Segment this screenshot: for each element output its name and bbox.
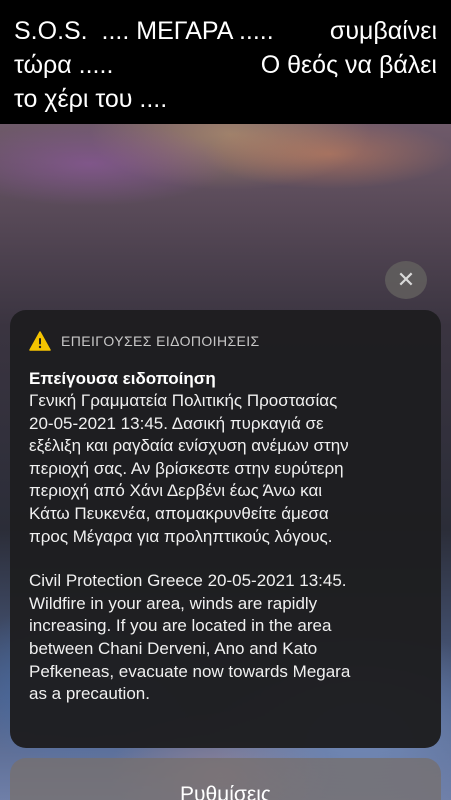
alert-greek-line: περιοχή σας. Αν βρίσκεστε στην ευρύτερη (29, 458, 344, 478)
close-icon[interactable]: ✕ (385, 261, 427, 299)
alert-title: Επείγουσα ειδοποίηση (29, 369, 216, 388)
post-caption: S.O.S. .... ΜΕΓΑΡΑ ..... συμβαίνει τώρα … (0, 0, 451, 124)
alert-greek-line: εξέλιξη και ραγδαία ενίσχυση ανέμων στην (29, 436, 349, 456)
caption-line-1: S.O.S. .... ΜΕΓΑΡΑ ..... συμβαίνει (14, 14, 437, 48)
caption-line-2: τώρα ..... Ο θεός να βάλει (14, 48, 437, 82)
alert-greek-line: προς Μέγαρα για προληπτικούς λόγους. (29, 526, 333, 546)
alert-english-line: Wildfire in your area, winds are rapidly (29, 593, 318, 613)
alert-greek-line: Κάτω Πευκενέα, απομακρυνθείτε άμεσα (29, 503, 329, 523)
phone-screen: ✕ ΕΠΕΙΓΟΥΣΕΣ ΕΙΔΟΠΟΙΗΣΕΙΣ Επείγουσα ειδο… (0, 124, 451, 800)
alert-english-line: increasing. If you are located in the ar… (29, 616, 332, 636)
settings-button[interactable]: Ρυθμίσεις (10, 758, 441, 800)
caption-line-2-left: τώρα ..... (14, 51, 114, 79)
caption-line-1-right: συμβαίνει (329, 17, 437, 45)
caption-line-2-right: Ο θεός να βάλει (260, 51, 437, 79)
emergency-alert-card: ΕΠΕΙΓΟΥΣΕΣ ΕΙΔΟΠΟΙΗΣΕΙΣ Επείγουσα ειδοπο… (10, 310, 441, 748)
caption-line-3: το χέρι του .... (14, 82, 437, 116)
warning-triangle-icon (29, 331, 51, 351)
alert-category-label: ΕΠΕΙΓΟΥΣΕΣ ΕΙΔΟΠΟΙΗΣΕΙΣ (61, 333, 260, 349)
caption-line-1-left: S.O.S. .... ΜΕΓΑΡΑ ..... (14, 17, 274, 45)
alert-body-greek: Γενική Γραμματεία Πολιτικής Προστασίας 2… (29, 390, 423, 548)
alert-greek-line: περιοχή από Χάνι Δερβένι έως Άνω και (29, 481, 323, 501)
alert-header: ΕΠΕΙΓΟΥΣΕΣ ΕΙΔΟΠΟΙΗΣΕΙΣ (29, 328, 423, 354)
alert-english-line: as a precaution. (29, 684, 150, 704)
caption-line-3-text: το χέρι του .... (14, 85, 168, 113)
alert-body-english: Civil Protection Greece 20-05-2021 13:45… (29, 570, 423, 706)
alert-english-line: Pefkeneas, evacuate now towards Megara (29, 661, 351, 681)
alert-english-line: Civil Protection Greece 20-05-2021 13:45… (29, 571, 347, 591)
alert-english-line: between Chani Derveni, Ano and Kato (29, 638, 318, 658)
alert-greek-line: Γενική Γραμματεία Πολιτικής Προστασίας (29, 391, 338, 410)
alert-greek-line: 20-05-2021 13:45. Δασική πυρκαγιά σε (29, 413, 324, 433)
